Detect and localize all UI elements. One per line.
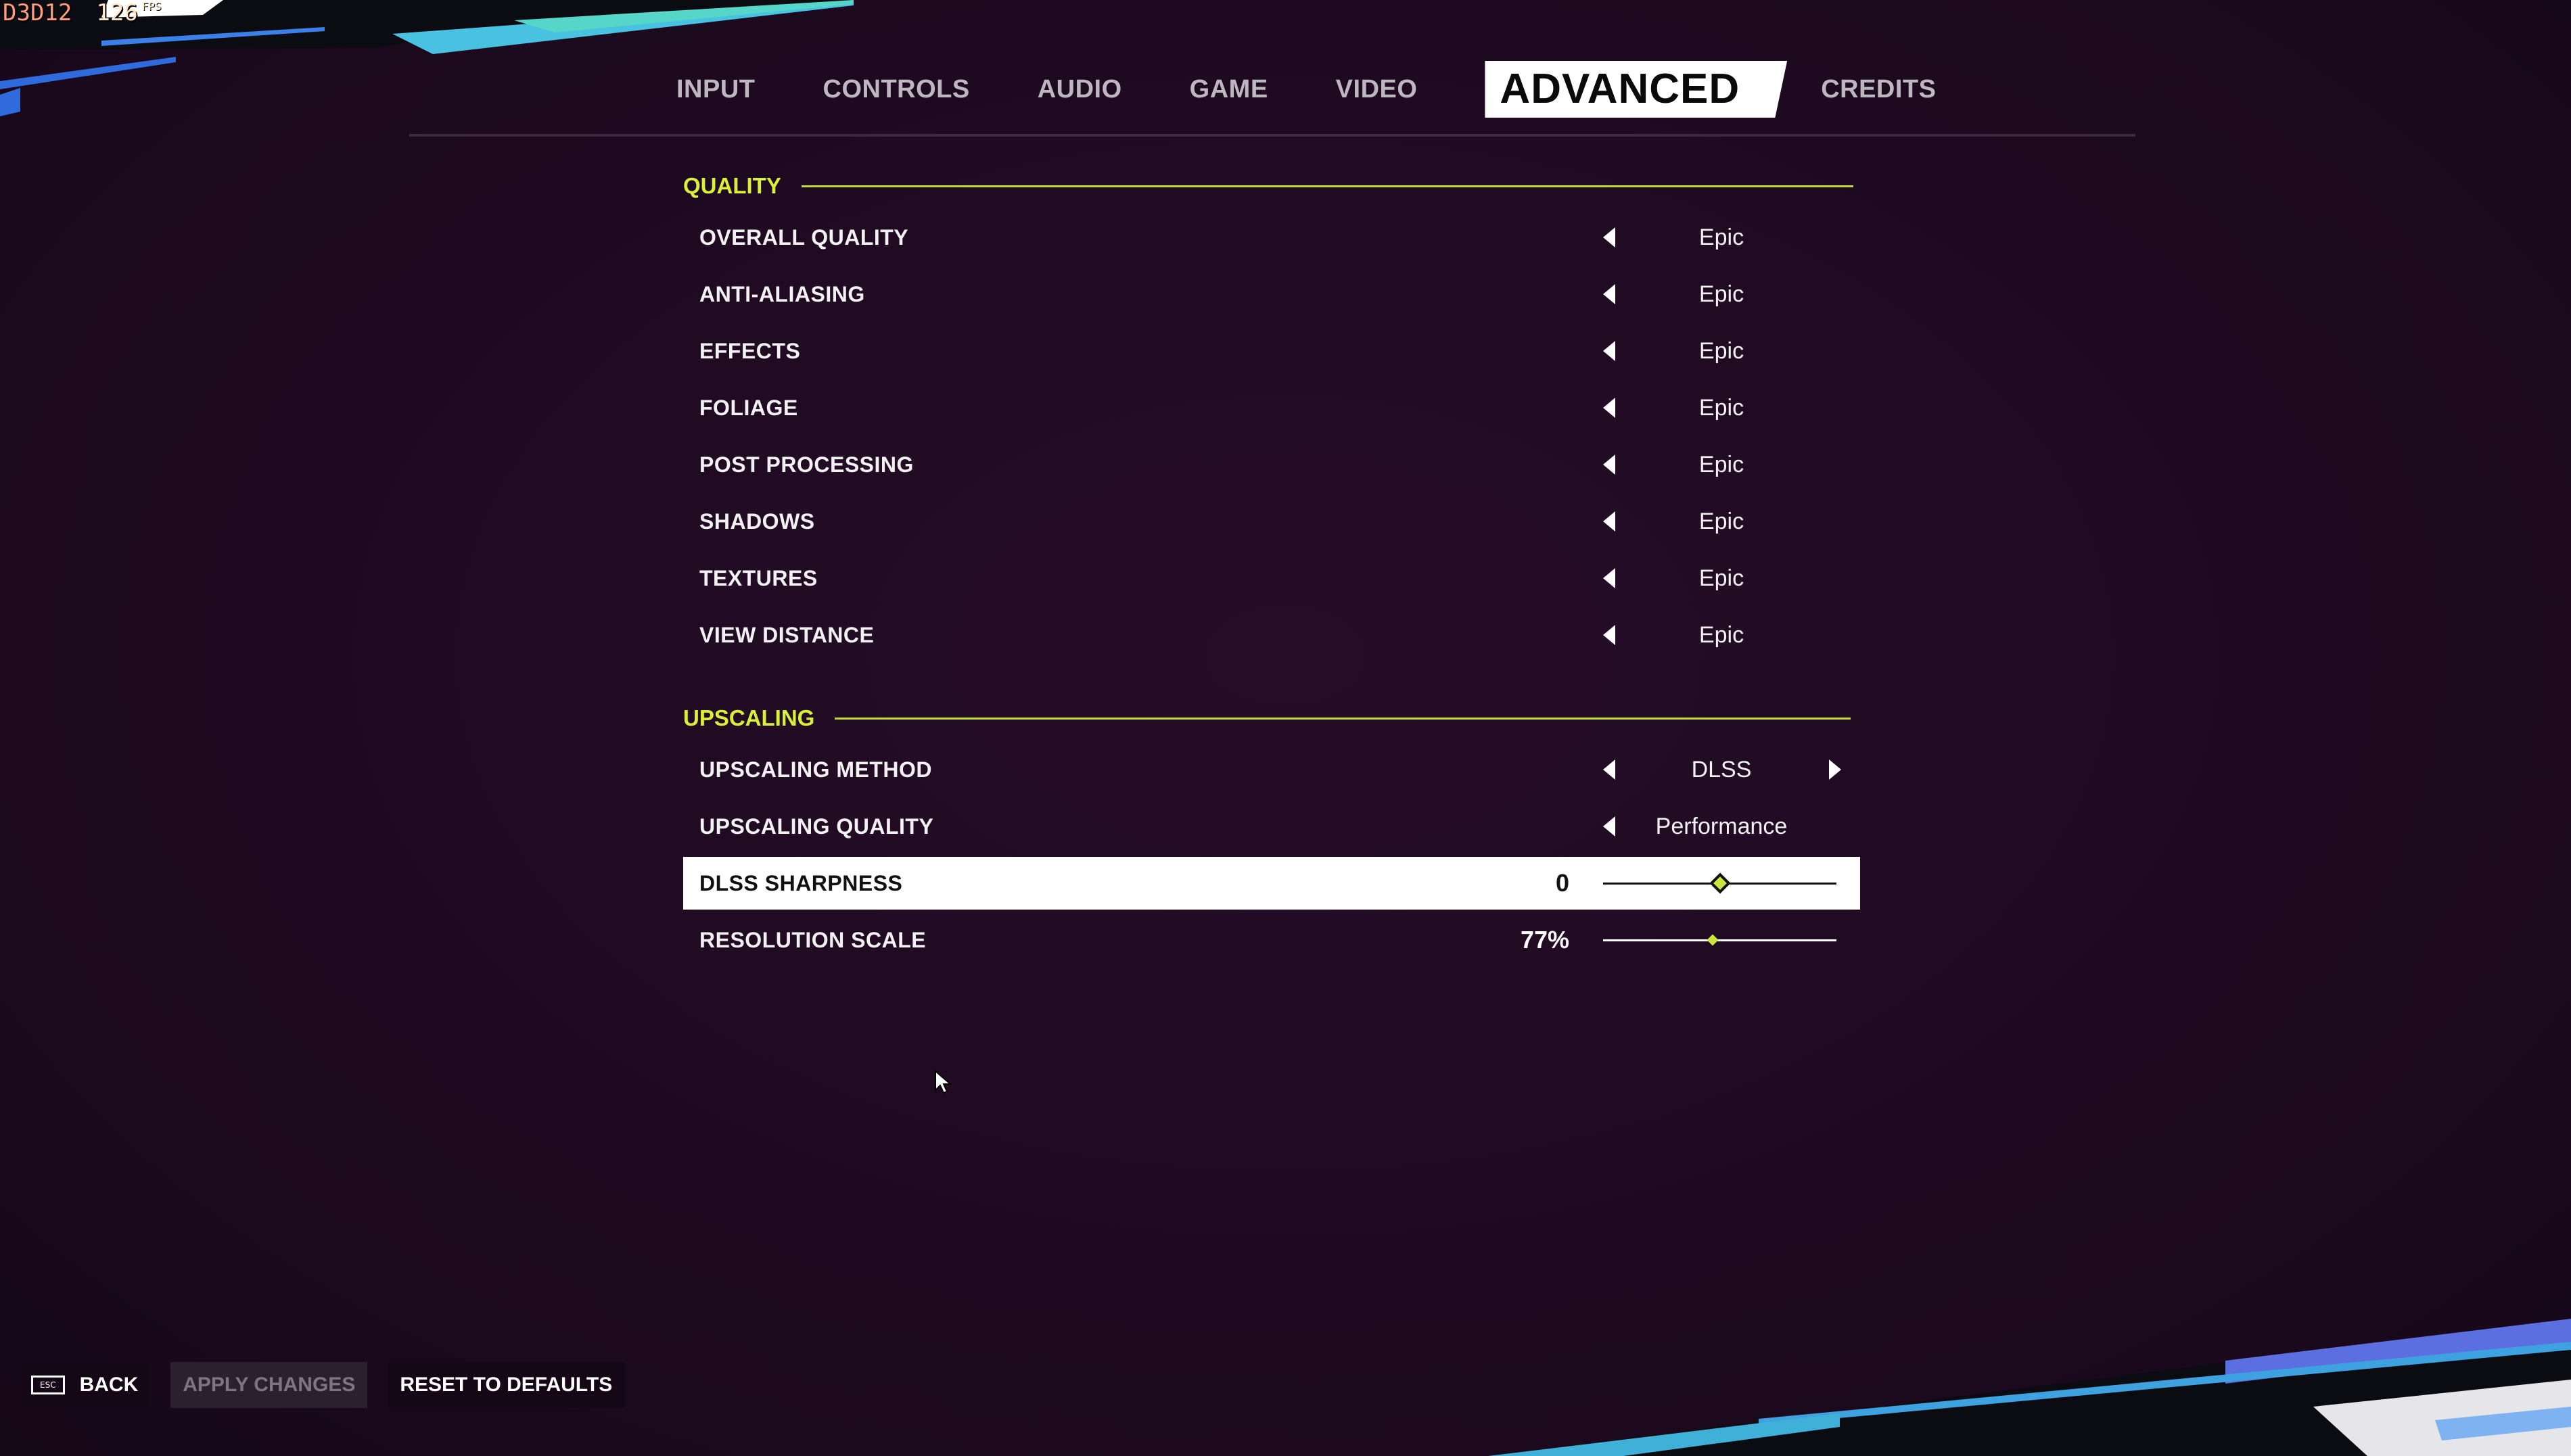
setting-value: Epic [1698,565,1744,591]
setting-label: OVERALL QUALITY [699,225,909,250]
setting-row-dlss-sharpness[interactable]: DLSS SHARPNESS 0 [683,857,1860,910]
tab-input[interactable]: INPUT [676,61,756,118]
setting-row-overall-quality[interactable]: OVERALL QUALITY Epic [683,211,1860,264]
arrow-left-icon[interactable] [1603,284,1615,304]
quality-section-title: QUALITY [683,173,781,198]
setting-row-foliage[interactable]: FOLIAGE Epic [683,381,1860,434]
quality-section-header: QUALITY [683,172,1853,199]
settings-screen: D3D12 126 FPS INPUT CONTROLS AUDIO GAME … [0,0,2571,1456]
tab-controls[interactable]: CONTROLS [823,61,970,118]
setting-row-effects[interactable]: EFFECTS Epic [683,325,1860,377]
setting-row-textures[interactable]: TEXTURES Epic [683,552,1860,605]
setting-label: UPSCALING QUALITY [699,814,934,839]
slider-value: 0 [1555,869,1569,897]
arrow-left-icon[interactable] [1603,511,1615,532]
bottom-action-bar: ESC BACK APPLY CHANGES RESET TO DEFAULTS [19,1362,625,1408]
mouse-cursor-icon [935,1070,952,1094]
upscaling-section-title: UPSCALING [683,705,815,730]
setting-value: Epic [1698,622,1744,648]
back-button[interactable]: ESC BACK [19,1362,151,1408]
setting-value: Performance [1655,814,1788,839]
setting-label: FOLIAGE [699,395,798,420]
setting-value: Epic [1698,338,1744,364]
arrow-left-icon[interactable] [1603,341,1615,361]
quality-section-line [801,185,1853,187]
setting-row-resolution-scale[interactable]: RESOLUTION SCALE 77% [683,914,1860,966]
setting-value: DLSS [1691,757,1752,782]
setting-label: ANTI-ALIASING [699,281,865,306]
setting-row-post-processing[interactable]: POST PROCESSING Epic [683,438,1860,491]
setting-row-upscaling-quality[interactable]: UPSCALING QUALITY Performance [683,800,1860,853]
setting-value: Epic [1698,281,1744,307]
upscaling-section-line [835,717,1851,720]
esc-key-icon: ESC [31,1376,65,1394]
settings-tabs: INPUT CONTROLS AUDIO GAME VIDEO ADVANCED… [676,61,2003,118]
setting-label: SHADOWS [699,509,815,534]
tab-video[interactable]: VIDEO [1336,61,1418,118]
resolution-scale-slider-track[interactable] [1603,939,1836,941]
arrow-left-icon[interactable] [1603,816,1615,837]
upscaling-section-header: UPSCALING [683,705,1851,732]
resolution-scale-slider-thumb[interactable] [1707,934,1719,946]
setting-value: Epic [1698,509,1744,534]
setting-value: Epic [1698,225,1744,250]
graphics-api-label: D3D12 [3,0,72,26]
setting-value: Epic [1698,452,1744,477]
tab-advanced[interactable]: ADVANCED [1485,61,1788,118]
arrow-left-icon[interactable] [1603,568,1615,588]
setting-label: TEXTURES [699,565,818,590]
setting-label: RESOLUTION SCALE [699,927,927,952]
setting-row-anti-aliasing[interactable]: ANTI-ALIASING Epic [683,268,1860,321]
tab-credits[interactable]: CREDITS [1821,61,1936,118]
arrow-left-icon[interactable] [1603,227,1615,248]
setting-label: DLSS SHARPNESS [699,870,903,895]
setting-row-upscaling-method[interactable]: UPSCALING METHOD DLSS [683,743,1860,796]
setting-row-shadows[interactable]: SHADOWS Epic [683,495,1860,548]
apply-changes-button[interactable]: APPLY CHANGES [170,1362,368,1408]
fps-counter: 126 [96,0,138,26]
arrow-left-icon[interactable] [1603,454,1615,475]
tab-game[interactable]: GAME [1190,61,1268,118]
reset-to-defaults-button[interactable]: RESET TO DEFAULTS [388,1362,625,1408]
setting-label: POST PROCESSING [699,452,914,477]
back-label: BACK [79,1373,139,1396]
arrow-right-icon[interactable] [1829,759,1841,780]
setting-label: VIEW DISTANCE [699,622,875,647]
setting-row-view-distance[interactable]: VIEW DISTANCE Epic [683,609,1860,661]
arrow-left-icon[interactable] [1603,398,1615,418]
fps-overlay: D3D12 126 FPS [3,0,162,26]
setting-label: EFFECTS [699,338,801,363]
slider-value: 77% [1520,926,1569,954]
dlss-sharpness-slider-thumb[interactable] [1709,872,1731,894]
tabs-divider [409,134,2135,137]
arrow-left-icon[interactable] [1603,625,1615,645]
setting-value: Epic [1698,395,1744,421]
arrow-left-icon[interactable] [1603,759,1615,780]
setting-label: UPSCALING METHOD [699,757,932,782]
fps-unit: FPS [141,0,162,13]
tab-audio[interactable]: AUDIO [1038,61,1122,118]
